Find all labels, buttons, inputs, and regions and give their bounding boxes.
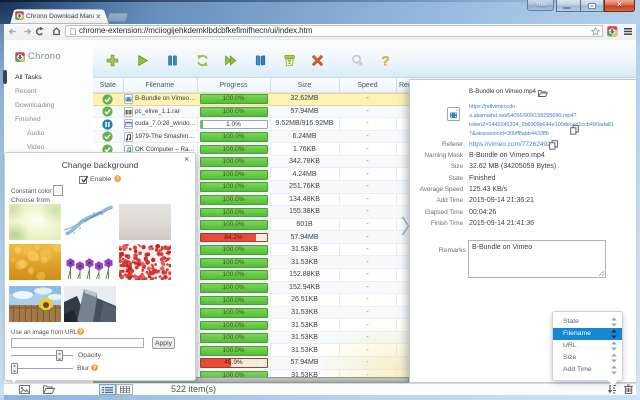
svg-text:?: ?	[79, 329, 82, 335]
svg-text:?: ?	[116, 176, 119, 182]
svg-text:?: ?	[93, 365, 96, 371]
svg-text:?: ?	[381, 54, 389, 67]
